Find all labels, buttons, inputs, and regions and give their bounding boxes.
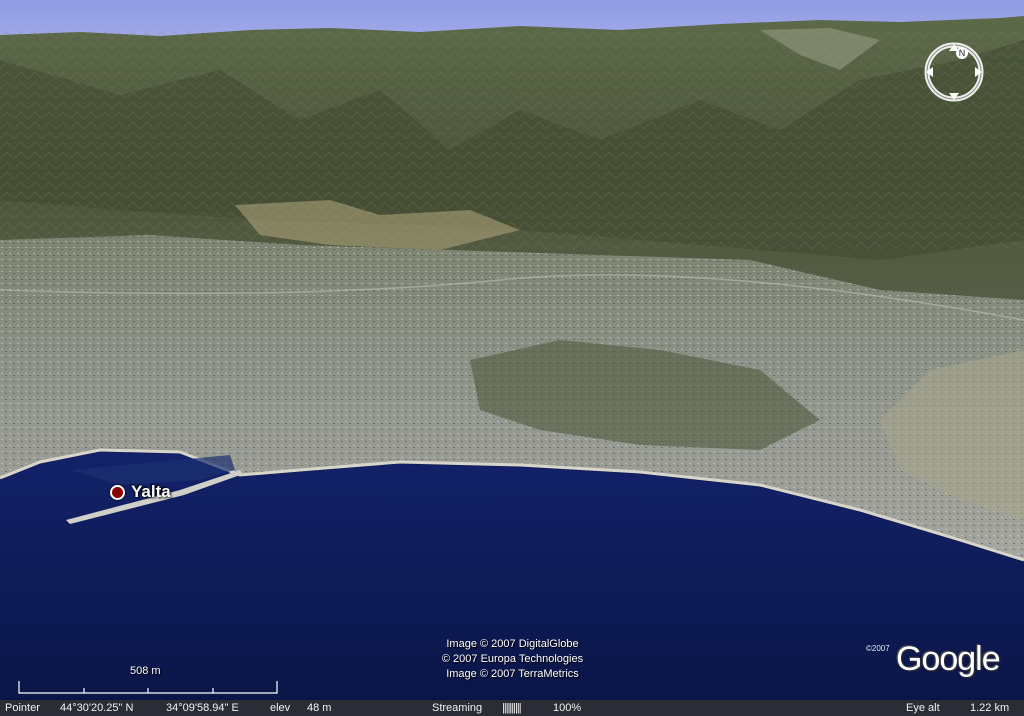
longitude-readout: 34°09'58.94" E [166,702,239,714]
compass-icon[interactable]: N [922,40,986,104]
imagery-attribution: Image © 2007 DigitalGlobe © 2007 Europa … [400,637,625,682]
streaming-label: Streaming [432,702,483,714]
logo-copyright: ©2007 [866,644,890,653]
streaming-percent: 100% [553,702,582,714]
mountain-texture [0,30,1024,250]
scale-legend: 508 m [18,665,278,695]
placemark-yalta[interactable]: Yalta [110,482,171,502]
elevation-readout: 48 m [307,702,332,714]
terrain-view[interactable] [0,0,1024,716]
logo-text: Google [896,640,1001,678]
map-viewport[interactable]: Yalta N Image © 2007 DigitalGlobe © 2007… [0,0,1024,716]
pointer-label: Pointer [5,702,40,714]
scale-bar [18,681,278,694]
compass-north-letter: N [959,48,966,58]
placemark-icon[interactable] [110,484,125,500]
attribution-line: Image © 2007 DigitalGlobe [446,638,579,650]
placemark-label[interactable]: Yalta [131,482,171,502]
compass-control[interactable]: N [922,40,986,104]
attribution-line: © 2007 Europa Technologies [441,653,584,665]
status-bar: Pointer 44°30'20.25" N 34°09'58.94" E el… [0,700,1024,716]
eye-alt-readout: 1.22 km [970,702,1010,714]
eye-alt-label: Eye alt [906,702,940,714]
streaming-progress: |||||||||| [502,702,522,714]
latitude-readout: 44°30'20.25" N [60,702,134,714]
attribution-line: Image © 2007 TerraMetrics [446,668,579,680]
elevation-label: elev [270,702,291,714]
scale-label: 508 m [130,665,161,677]
